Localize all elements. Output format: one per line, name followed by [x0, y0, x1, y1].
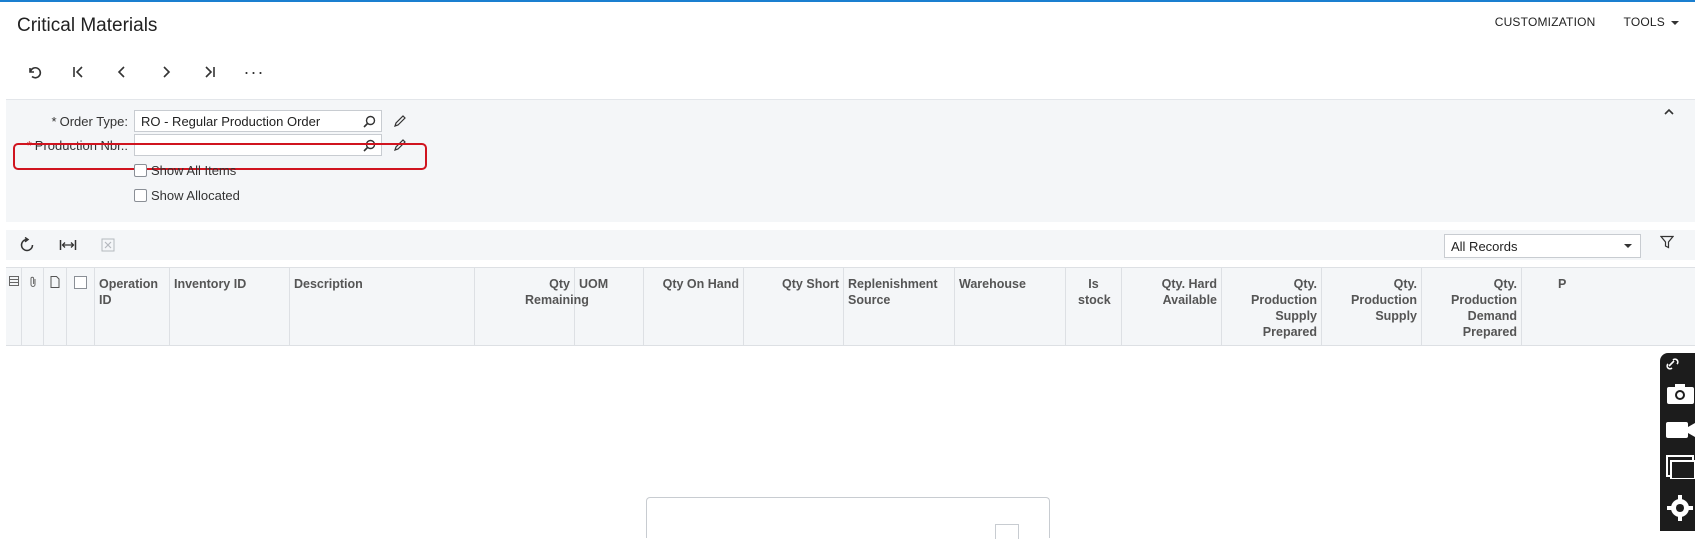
- row-selector-header[interactable]: [6, 268, 22, 345]
- chevron-down-icon: [1624, 244, 1632, 248]
- production-nbr-label-text: Production Nbr.:: [34, 137, 128, 153]
- grid-toolbar: All Records: [6, 230, 1695, 260]
- search-icon[interactable]: [357, 115, 381, 128]
- pencil-icon[interactable]: [392, 138, 408, 152]
- first-record-icon: [73, 66, 83, 78]
- previous-icon: [117, 66, 125, 78]
- show-all-items-checkbox[interactable]: Show All Items: [134, 163, 236, 178]
- show-allocated-checkbox[interactable]: Show Allocated: [134, 188, 240, 203]
- notes-header[interactable]: [44, 268, 67, 345]
- checkbox-icon[interactable]: [74, 276, 87, 289]
- show-allocated-label: Show Allocated: [151, 188, 240, 203]
- empty-state-card: [646, 497, 1050, 539]
- search-icon[interactable]: [357, 139, 381, 152]
- chevron-down-icon: [1671, 20, 1679, 25]
- tools-menu-label: TOOLS: [1623, 15, 1665, 29]
- chevron-up-icon: [1664, 108, 1674, 115]
- column-header[interactable]: Inventory ID: [170, 268, 290, 345]
- last-record-button[interactable]: [188, 58, 232, 86]
- collapse-panel-button[interactable]: [1663, 106, 1675, 121]
- paperclip-icon: [30, 276, 35, 287]
- first-record-button[interactable]: [56, 58, 100, 86]
- fit-width-icon: [59, 240, 77, 250]
- fit-columns-button[interactable]: [53, 232, 83, 258]
- column-header[interactable]: Qty Remaining: [475, 268, 589, 345]
- excel-icon: [101, 238, 115, 252]
- materials-grid: Operation ID Inventory ID Description Qt…: [6, 267, 1695, 539]
- tools-menu[interactable]: TOOLS: [1624, 15, 1679, 29]
- required-marker: *: [26, 137, 32, 153]
- filter-icon: [1659, 235, 1675, 249]
- summary-form: *Order Type: *Production Nbr.: Show All …: [6, 99, 1695, 222]
- undo-button[interactable]: [12, 58, 56, 86]
- column-header[interactable]: Qty On Hand: [644, 268, 744, 345]
- select-all-header[interactable]: [67, 268, 95, 345]
- export-excel-button[interactable]: [93, 232, 123, 258]
- required-marker: *: [51, 113, 57, 129]
- checkbox-icon[interactable]: [134, 189, 147, 202]
- checkbox-icon[interactable]: [134, 164, 147, 177]
- gear-icon[interactable]: [1666, 493, 1695, 528]
- order-type-label-text: Order Type:: [59, 113, 128, 129]
- attachments-header[interactable]: [22, 268, 44, 345]
- grid-body: [6, 346, 1695, 539]
- show-all-items-label: Show All Items: [151, 163, 237, 178]
- pencil-icon[interactable]: [392, 114, 408, 128]
- record-toolbar: ···: [12, 58, 276, 86]
- column-header[interactable]: Qty. Production Demand Prepared: [1422, 268, 1522, 345]
- window-capture-icon[interactable]: [1666, 455, 1695, 484]
- top-accent-line: [0, 0, 1695, 2]
- order-type-selector[interactable]: [134, 110, 382, 132]
- column-header[interactable]: Is stock: [1066, 268, 1122, 345]
- column-header[interactable]: Qty Short: [744, 268, 844, 345]
- records-filter-select[interactable]: All Records: [1444, 234, 1641, 258]
- order-type-row: * Order Type:: [6, 109, 408, 133]
- column-header[interactable]: Description: [290, 268, 475, 345]
- previous-record-button[interactable]: [100, 58, 144, 86]
- grid-header: Operation ID Inventory ID Description Qt…: [6, 268, 1695, 346]
- records-filter-value: All Records: [1451, 238, 1518, 254]
- column-header[interactable]: UOM: [575, 268, 644, 345]
- more-icon: ···: [243, 61, 265, 82]
- column-header[interactable]: Operation ID: [95, 268, 170, 345]
- document-icon: [50, 276, 60, 288]
- page-title: Critical Materials: [17, 15, 158, 36]
- link-icon[interactable]: [1666, 357, 1680, 375]
- rows-icon: [8, 276, 19, 286]
- top-menu: CUSTOMIZATION TOOLS: [1495, 15, 1695, 29]
- column-header[interactable]: Qty. Production Supply Prepared: [1222, 268, 1322, 345]
- customization-menu[interactable]: CUSTOMIZATION: [1495, 15, 1596, 29]
- camera-icon[interactable]: [1666, 383, 1695, 410]
- column-header[interactable]: Qty. Hard Available: [1122, 268, 1222, 345]
- document-icon: [995, 524, 1019, 539]
- production-nbr-input[interactable]: [135, 137, 357, 153]
- refresh-icon: [20, 237, 34, 252]
- undo-icon: [29, 67, 42, 79]
- column-header[interactable]: Warehouse: [955, 268, 1066, 345]
- next-icon: [163, 66, 171, 78]
- column-header[interactable]: Qty. Production Supply: [1322, 268, 1422, 345]
- production-nbr-row: * Production Nbr.:: [6, 133, 408, 157]
- order-type-input[interactable]: [135, 113, 357, 129]
- refresh-button[interactable]: [12, 232, 42, 258]
- order-type-label: * Order Type:: [6, 114, 134, 129]
- production-nbr-label: * Production Nbr.:: [6, 138, 134, 153]
- column-header[interactable]: P: [1522, 268, 1695, 345]
- production-nbr-selector[interactable]: [134, 134, 382, 156]
- next-record-button[interactable]: [144, 58, 188, 86]
- video-icon[interactable]: [1666, 421, 1695, 444]
- last-record-icon: [205, 66, 215, 78]
- filter-button[interactable]: [1659, 235, 1675, 254]
- column-header[interactable]: Replenishment Source: [844, 268, 955, 345]
- screen-capture-dock: [1660, 353, 1695, 531]
- more-actions-button[interactable]: ···: [232, 58, 276, 86]
